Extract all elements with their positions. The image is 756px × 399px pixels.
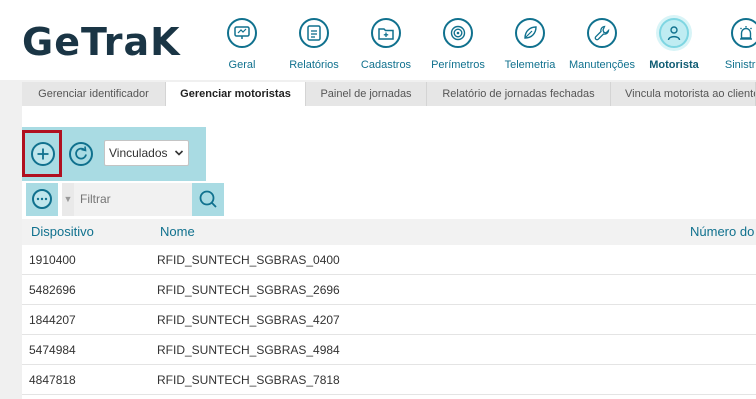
- top-header: GeTraK Geral Relatórios Cadastros Períme…: [0, 0, 756, 80]
- search-button[interactable]: [192, 183, 224, 216]
- status-select-value: Vinculados: [109, 146, 168, 160]
- nav-perimetros[interactable]: Perímetros: [418, 14, 498, 76]
- table-row[interactable]: 5482696 RFID_SUNTECH_SGBRAS_2696: [22, 275, 756, 305]
- cell-nome: RFID_SUNTECH_SGBRAS_4984: [157, 343, 340, 357]
- refresh-icon: [75, 146, 87, 160]
- leaf-icon: [515, 18, 545, 48]
- nav-relatorios[interactable]: Relatórios: [274, 14, 354, 76]
- filter-bar: ▼: [26, 183, 224, 216]
- column-header-numero[interactable]: Número do: [690, 219, 754, 245]
- nav-motorista[interactable]: Motorista: [634, 14, 714, 76]
- report-list-icon: [299, 18, 329, 48]
- nav-manutencoes[interactable]: Manutenções: [562, 14, 642, 76]
- nav-label: Telemetria: [504, 59, 556, 71]
- filter-input[interactable]: [74, 183, 192, 216]
- status-select[interactable]: Vinculados: [104, 140, 189, 166]
- nav-label: Manutenções: [568, 59, 636, 71]
- cell-dispositivo: 1844207: [29, 313, 76, 327]
- tab-vincula-motorista[interactable]: Vincula motorista ao cliente: [611, 82, 756, 106]
- nav-cadastros[interactable]: Cadastros: [346, 14, 426, 76]
- column-header-dispositivo[interactable]: Dispositivo: [31, 219, 94, 245]
- nav-label: Geral: [228, 59, 256, 71]
- table-row[interactable]: 1910400 RFID_SUNTECH_SGBRAS_0400: [22, 245, 756, 275]
- filter-dropdown-arrow-icon[interactable]: ▼: [62, 183, 74, 216]
- toolbar: Vinculados: [22, 127, 206, 181]
- nav-label: Motorista: [649, 59, 699, 71]
- table-row[interactable]: 5474984 RFID_SUNTECH_SGBRAS_4984: [22, 335, 756, 365]
- nav-sinistros[interactable]: Sinistros: [706, 14, 756, 76]
- cell-dispositivo: 4847818: [29, 373, 76, 387]
- table-header: Dispositivo Nome Número do: [22, 219, 756, 245]
- folder-plus-icon: [371, 18, 401, 48]
- cell-dispositivo: 1910400: [29, 253, 76, 267]
- nav-label: Relatórios: [289, 59, 339, 71]
- more-options-button[interactable]: [26, 183, 58, 216]
- target-icon: [443, 18, 473, 48]
- refresh-button[interactable]: [69, 142, 93, 166]
- nav-label: Perímetros: [431, 59, 485, 71]
- column-header-nome[interactable]: Nome: [160, 219, 195, 245]
- tab-relatorio-jornadas-fechadas[interactable]: Relatório de jornadas fechadas: [427, 82, 611, 106]
- cell-nome: RFID_SUNTECH_SGBRAS_0400: [157, 253, 340, 267]
- nav-label: Sinistros: [724, 59, 756, 71]
- cell-nome: RFID_SUNTECH_SGBRAS_7818: [157, 373, 340, 387]
- nav-geral[interactable]: Geral: [202, 14, 282, 76]
- tab-gerenciar-identificador[interactable]: Gerenciar identificador: [22, 82, 166, 106]
- tab-bar: Gerenciar identificador Gerenciar motori…: [22, 82, 756, 106]
- table-body: 1910400 RFID_SUNTECH_SGBRAS_0400 5482696…: [22, 245, 756, 395]
- table-row[interactable]: 4847818 RFID_SUNTECH_SGBRAS_7818: [22, 365, 756, 395]
- main-content: Vinculados ▼ Dispositivo Nome Número do: [22, 106, 756, 399]
- monitor-chart-icon: [227, 18, 257, 48]
- add-button[interactable]: [31, 142, 55, 166]
- nav-telemetria[interactable]: Telemetria: [490, 14, 570, 76]
- cell-dispositivo: 5482696: [29, 283, 76, 297]
- app-window: GeTraK Geral Relatórios Cadastros Períme…: [0, 0, 756, 399]
- tab-gerenciar-motoristas[interactable]: Gerenciar motoristas: [166, 82, 306, 106]
- chevron-down-icon: [174, 141, 184, 174]
- nav-label: Cadastros: [360, 59, 412, 71]
- more-options-icon: [32, 189, 52, 209]
- table-row[interactable]: 1844207 RFID_SUNTECH_SGBRAS_4207: [22, 305, 756, 335]
- cell-dispositivo: 5474984: [29, 343, 76, 357]
- search-icon: [199, 190, 217, 208]
- tab-painel-de-jornadas[interactable]: Painel de jornadas: [306, 82, 427, 106]
- cell-nome: RFID_SUNTECH_SGBRAS_4207: [157, 313, 340, 327]
- cell-nome: RFID_SUNTECH_SGBRAS_2696: [157, 283, 340, 297]
- wrench-icon: [587, 18, 617, 48]
- plus-circle-icon: [37, 148, 49, 160]
- alarm-icon: [731, 18, 756, 48]
- app-logo[interactable]: GeTraK: [22, 22, 181, 62]
- driver-icon: [659, 18, 689, 48]
